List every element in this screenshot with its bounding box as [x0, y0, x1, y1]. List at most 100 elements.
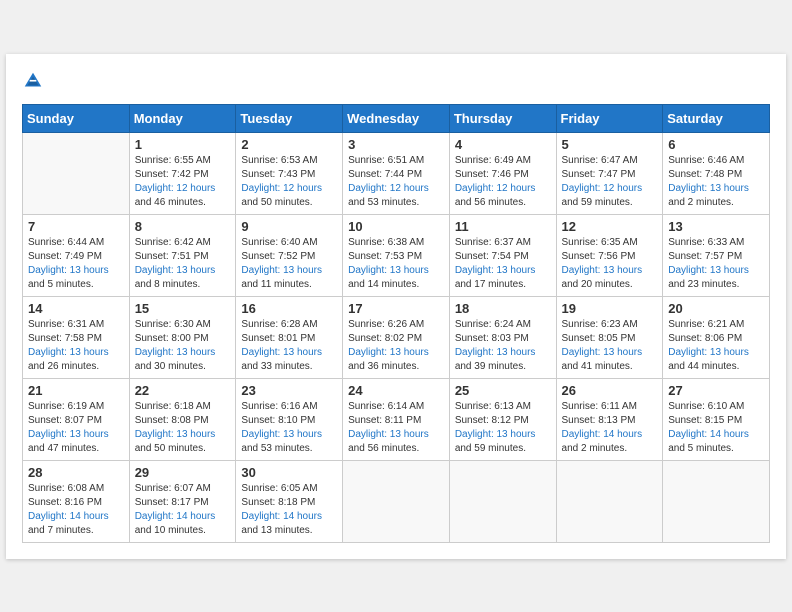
daylight-minutes-text: and 13 minutes.	[241, 525, 312, 536]
day-number: 20	[668, 301, 764, 316]
sunset-text: Sunset: 8:12 PM	[455, 414, 551, 428]
sunset-text: Sunset: 7:46 PM	[455, 168, 551, 182]
sunrise-text: Sunrise: 6:42 AM	[135, 236, 231, 250]
day-number: 21	[28, 383, 124, 398]
day-number: 7	[28, 219, 124, 234]
day-cell	[556, 460, 663, 542]
day-info: Sunrise: 6:31 AMSunset: 7:58 PMDaylight:…	[28, 318, 124, 374]
sunset-text: Sunset: 8:01 PM	[241, 332, 337, 346]
daylight-minutes-text: and 2 minutes.	[562, 443, 628, 454]
day-info: Sunrise: 6:47 AMSunset: 7:47 PMDaylight:…	[562, 154, 658, 210]
daylight-minutes-text: and 10 minutes.	[135, 525, 206, 536]
daylight-hours-highlight: Daylight: 13 hours	[135, 265, 216, 276]
logo-icon	[22, 70, 44, 92]
weekday-header-friday: Friday	[556, 104, 663, 132]
daylight-minutes-text: and 14 minutes.	[348, 279, 419, 290]
day-cell: 1Sunrise: 6:55 AMSunset: 7:42 PMDaylight…	[129, 132, 236, 214]
day-info: Sunrise: 6:08 AMSunset: 8:16 PMDaylight:…	[28, 482, 124, 538]
daylight-hours-highlight: Daylight: 14 hours	[668, 429, 749, 440]
day-cell	[663, 460, 770, 542]
daylight-hours-highlight: Daylight: 13 hours	[135, 429, 216, 440]
sunrise-text: Sunrise: 6:53 AM	[241, 154, 337, 168]
daylight-minutes-text: and 46 minutes.	[135, 197, 206, 208]
sunset-text: Sunset: 7:48 PM	[668, 168, 764, 182]
day-cell: 2Sunrise: 6:53 AMSunset: 7:43 PMDaylight…	[236, 132, 343, 214]
day-info: Sunrise: 6:23 AMSunset: 8:05 PMDaylight:…	[562, 318, 658, 374]
day-cell: 21 Sunrise: 6:19 AMSunset: 8:07 PMDayligh…	[23, 378, 130, 460]
daylight-minutes-text: and 7 minutes.	[28, 525, 94, 536]
daylight-minutes-text: and 59 minutes.	[455, 443, 526, 454]
sunset-text: Sunset: 8:11 PM	[348, 414, 444, 428]
daylight-text: Daylight: 13 hours and 36 minutes.	[348, 346, 444, 374]
day-cell: 8Sunrise: 6:42 AMSunset: 7:51 PMDaylight…	[129, 214, 236, 296]
day-number: 19	[562, 301, 658, 316]
daylight-text: Daylight: 13 hours and 56 minutes.	[348, 428, 444, 456]
day-cell: 16Sunrise: 6:28 AMSunset: 8:01 PMDayligh…	[236, 296, 343, 378]
daylight-minutes-text: and 11 minutes.	[241, 279, 311, 290]
sunset-text: Sunset: 8:08 PM	[135, 414, 231, 428]
daylight-hours-highlight: Daylight: 13 hours	[135, 347, 216, 358]
sunrise-text: Sunrise: 6:31 AM	[28, 318, 124, 332]
week-row-0: 1Sunrise: 6:55 AMSunset: 7:42 PMDaylight…	[23, 132, 770, 214]
sunrise-text: Sunrise: 6:18 AM	[135, 400, 231, 414]
day-info: Sunrise: 6:07 AMSunset: 8:17 PMDaylight:…	[135, 482, 231, 538]
daylight-hours-highlight: Daylight: 12 hours	[455, 183, 536, 194]
day-info: Sunrise: 6:38 AMSunset: 7:53 PMDaylight:…	[348, 236, 444, 292]
daylight-text: Daylight: 13 hours and 5 minutes.	[28, 264, 124, 292]
day-cell: 18Sunrise: 6:24 AMSunset: 8:03 PMDayligh…	[449, 296, 556, 378]
daylight-hours-highlight: Daylight: 13 hours	[348, 429, 429, 440]
sunrise-text: Sunrise: 6:40 AM	[241, 236, 337, 250]
sunrise-text: Sunrise: 6:16 AM	[241, 400, 337, 414]
day-cell: 20Sunrise: 6:21 AMSunset: 8:06 PMDayligh…	[663, 296, 770, 378]
day-info: Sunrise: 6:37 AMSunset: 7:54 PMDaylight:…	[455, 236, 551, 292]
daylight-minutes-text: and 26 minutes.	[28, 361, 99, 372]
day-info: Sunrise: 6:19 AMSunset: 8:07 PMDaylight:…	[28, 400, 124, 456]
day-number: 14	[28, 301, 124, 316]
day-cell: 26Sunrise: 6:11 AMSunset: 8:13 PMDayligh…	[556, 378, 663, 460]
day-cell: 9Sunrise: 6:40 AMSunset: 7:52 PMDaylight…	[236, 214, 343, 296]
daylight-hours-highlight: Daylight: 13 hours	[28, 265, 109, 276]
daylight-minutes-text: and 5 minutes.	[668, 443, 734, 454]
day-info: Sunrise: 6:53 AMSunset: 7:43 PMDaylight:…	[241, 154, 337, 210]
day-cell: 17Sunrise: 6:26 AMSunset: 8:02 PMDayligh…	[343, 296, 450, 378]
sunset-text: Sunset: 7:57 PM	[668, 250, 764, 264]
sunrise-text: Sunrise: 6:24 AM	[455, 318, 551, 332]
daylight-text: Daylight: 13 hours and 2 minutes.	[668, 182, 764, 210]
daylight-hours-highlight: Daylight: 13 hours	[668, 183, 749, 194]
daylight-minutes-text: and 56 minutes.	[348, 443, 419, 454]
sunrise-text: Sunrise: 6:13 AM	[455, 400, 551, 414]
daylight-text: Daylight: 13 hours and 20 minutes.	[562, 264, 658, 292]
sunrise-text: Sunrise: 6:38 AM	[348, 236, 444, 250]
daylight-text: Daylight: 12 hours and 56 minutes.	[455, 182, 551, 210]
daylight-hours-highlight: Daylight: 13 hours	[348, 265, 429, 276]
daylight-hours-highlight: Daylight: 12 hours	[348, 183, 429, 194]
daylight-minutes-text: and 56 minutes.	[455, 197, 526, 208]
daylight-minutes-text: and 39 minutes.	[455, 361, 526, 372]
day-cell: 15Sunrise: 6:30 AMSunset: 8:00 PMDayligh…	[129, 296, 236, 378]
daylight-minutes-text: and 23 minutes.	[668, 279, 739, 290]
daylight-hours-highlight: Daylight: 13 hours	[455, 265, 536, 276]
sunrise-text: Sunrise: 6:46 AM	[668, 154, 764, 168]
daylight-text: Daylight: 14 hours and 7 minutes.	[28, 510, 124, 538]
daylight-text: Daylight: 13 hours and 39 minutes.	[455, 346, 551, 374]
daylight-text: Daylight: 13 hours and 17 minutes.	[455, 264, 551, 292]
sunrise-text: Sunrise: 6:08 AM	[28, 482, 124, 496]
weekday-header-thursday: Thursday	[449, 104, 556, 132]
daylight-text: Daylight: 12 hours and 46 minutes.	[135, 182, 231, 210]
sunrise-text: Sunrise: 6:51 AM	[348, 154, 444, 168]
day-cell: 6Sunrise: 6:46 AMSunset: 7:48 PMDaylight…	[663, 132, 770, 214]
daylight-hours-highlight: Daylight: 14 hours	[135, 511, 216, 522]
sunset-text: Sunset: 8:16 PM	[28, 496, 124, 510]
day-number: 3	[348, 137, 444, 152]
day-info: Sunrise: 6:26 AMSunset: 8:02 PMDaylight:…	[348, 318, 444, 374]
daylight-minutes-text: and 47 minutes.	[28, 443, 99, 454]
daylight-text: Daylight: 14 hours and 10 minutes.	[135, 510, 231, 538]
daylight-hours-highlight: Daylight: 14 hours	[562, 429, 643, 440]
week-row-3: 21 Sunrise: 6:19 AMSunset: 8:07 PMDayligh…	[23, 378, 770, 460]
daylight-text: Daylight: 14 hours and 2 minutes.	[562, 428, 658, 456]
sunset-text: Sunset: 7:51 PM	[135, 250, 231, 264]
day-cell: 5Sunrise: 6:47 AMSunset: 7:47 PMDaylight…	[556, 132, 663, 214]
daylight-hours-highlight: Daylight: 14 hours	[241, 511, 322, 522]
daylight-text: Daylight: 13 hours and 14 minutes.	[348, 264, 444, 292]
day-cell: 3Sunrise: 6:51 AMSunset: 7:44 PMDaylight…	[343, 132, 450, 214]
